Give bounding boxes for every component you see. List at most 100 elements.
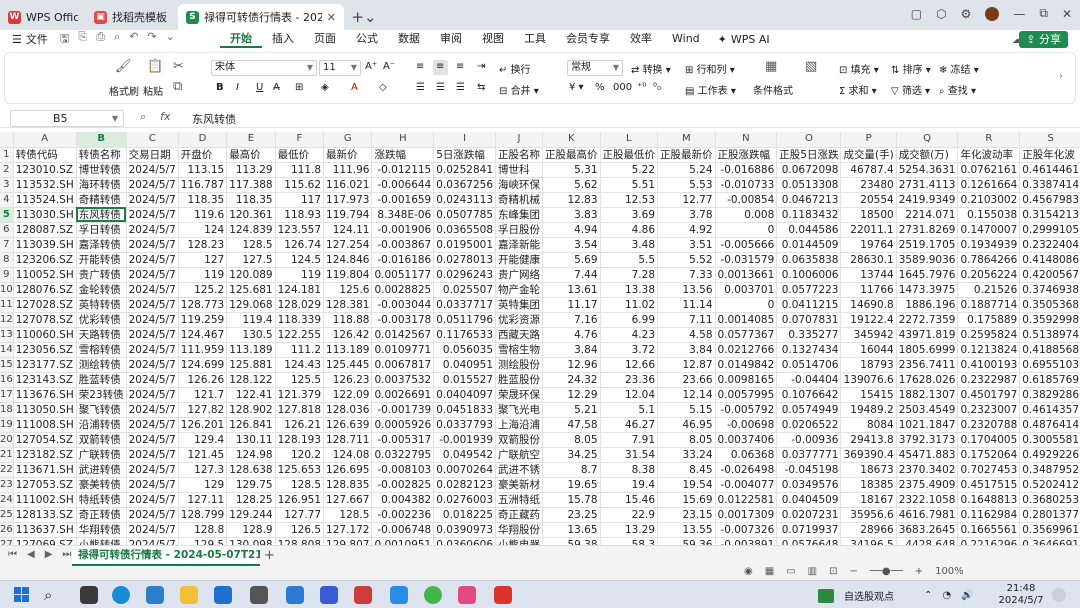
- cell[interactable]: 129.068: [226, 297, 276, 313]
- spreadsheet-grid[interactable]: ABCDEFGHIJKLMNOPQRSTU1转债代码转债名称交易日期开盘价最高价…: [0, 132, 1080, 545]
- percent-icon[interactable]: %: [595, 82, 605, 93]
- cell[interactable]: 0.0195001: [433, 237, 497, 253]
- cell[interactable]: 0.1176533: [433, 327, 497, 343]
- cell[interactable]: 奇正藏药: [495, 507, 544, 523]
- cell[interactable]: -0.001906: [371, 222, 435, 238]
- cell[interactable]: 2731.8269: [896, 222, 959, 238]
- currency-icon[interactable]: ¥ ▾: [569, 82, 584, 93]
- align-bottom-icon[interactable]: ≡: [456, 61, 464, 72]
- merge-button[interactable]: ⊟ 合并 ▾: [499, 82, 539, 97]
- cell[interactable]: 34196.5: [840, 537, 897, 545]
- cell[interactable]: 0.0026691: [371, 387, 435, 403]
- column-header[interactable]: B: [76, 132, 127, 148]
- cell[interactable]: -0.00936: [776, 432, 842, 448]
- cell[interactable]: 128.23: [178, 237, 228, 253]
- row-header[interactable]: 5: [0, 207, 14, 223]
- cell[interactable]: 130.11: [226, 432, 276, 448]
- cell[interactable]: 0.4100193: [957, 357, 1021, 373]
- cell[interactable]: 0.1704005: [957, 432, 1021, 448]
- cell[interactable]: 0.0577367: [715, 327, 778, 343]
- cell[interactable]: 正股5日涨跌: [776, 147, 842, 163]
- menu-efficiency[interactable]: 效率: [620, 30, 662, 48]
- paste-button[interactable]: 粘贴: [143, 83, 163, 98]
- cell[interactable]: 16044: [840, 342, 897, 358]
- cell[interactable]: 126.5: [275, 522, 325, 538]
- cell[interactable]: 0.049542: [433, 447, 497, 463]
- cell[interactable]: 0.3569961: [1019, 522, 1080, 538]
- menu-insert[interactable]: 插入: [262, 30, 304, 48]
- cell[interactable]: 113676.SH: [13, 387, 77, 403]
- convert-button[interactable]: ⇄ 转换 ▾: [631, 61, 671, 76]
- cell[interactable]: 130.098: [226, 537, 276, 545]
- cell[interactable]: 47.58: [542, 417, 601, 433]
- cell[interactable]: 126.695: [323, 462, 373, 478]
- cell[interactable]: 0.2103002: [957, 192, 1021, 208]
- cell[interactable]: 11.02: [600, 297, 659, 313]
- worksheet-button[interactable]: ▤ 工作表 ▾: [685, 82, 736, 97]
- cell[interactable]: 2024/5/7: [126, 507, 179, 523]
- first-sheet-icon[interactable]: ⏮: [8, 549, 17, 560]
- cell[interactable]: 胜蓝股份: [495, 372, 544, 388]
- cell[interactable]: 0.0014085: [715, 312, 778, 328]
- cell[interactable]: 2024/5/7: [126, 312, 179, 328]
- cell[interactable]: 0.0411215: [776, 297, 842, 313]
- cell[interactable]: 0.0278013: [433, 252, 497, 268]
- cell[interactable]: 19764: [840, 237, 897, 253]
- cell[interactable]: 2024/5/7: [126, 342, 179, 358]
- cell[interactable]: 0.0322795: [371, 447, 435, 463]
- italic-button[interactable]: I: [236, 82, 239, 93]
- cell[interactable]: 119.4: [226, 312, 276, 328]
- cell[interactable]: 东峰集团: [495, 207, 544, 223]
- tab-wps-office[interactable]: W WPS Office: [0, 4, 86, 30]
- cell[interactable]: 博世科: [495, 162, 544, 178]
- row-header[interactable]: 7: [0, 237, 14, 253]
- cell[interactable]: 127.3: [178, 462, 228, 478]
- column-header[interactable]: M: [657, 132, 716, 148]
- format-painter-icon[interactable]: 🖌: [115, 59, 132, 74]
- zoom-formula-icon[interactable]: ⌕: [140, 110, 146, 124]
- row-header[interactable]: 14: [0, 342, 14, 358]
- decrease-decimal-icon[interactable]: ⁰₀: [653, 82, 661, 93]
- cell[interactable]: 113.29: [226, 162, 276, 178]
- cell[interactable]: 12.66: [600, 357, 659, 373]
- menu-tools[interactable]: 工具: [514, 30, 556, 48]
- clock[interactable]: 21:48 2024/5/7: [996, 583, 1046, 607]
- select-all-corner[interactable]: [0, 132, 14, 148]
- share-button[interactable]: ⇪ 分享: [1019, 31, 1068, 48]
- align-center-icon[interactable]: ☰: [436, 82, 445, 93]
- cell[interactable]: -0.001739: [371, 402, 435, 418]
- cell[interactable]: 12.04: [600, 387, 659, 403]
- cell[interactable]: -0.003891: [715, 537, 778, 545]
- cell[interactable]: 125.6: [323, 282, 373, 298]
- cell[interactable]: 7.33: [657, 267, 716, 283]
- cell[interactable]: 0: [715, 297, 778, 313]
- cell[interactable]: 3.48: [600, 237, 659, 253]
- cell[interactable]: 成交量(手): [840, 147, 897, 163]
- cell[interactable]: 0.2595824: [957, 327, 1021, 343]
- distribute-icon[interactable]: ⇆: [477, 82, 485, 93]
- cell[interactable]: 15415: [840, 387, 897, 403]
- font-color-button[interactable]: A: [351, 82, 358, 93]
- normal-view-icon[interactable]: ▦: [765, 566, 774, 577]
- cell[interactable]: 345942: [840, 327, 897, 343]
- cell[interactable]: 3.83: [542, 207, 601, 223]
- cell[interactable]: 东风转债: [76, 207, 127, 223]
- m-app-icon[interactable]: [320, 586, 338, 604]
- cell[interactable]: 3.84: [657, 342, 716, 358]
- media-app-icon[interactable]: [458, 586, 476, 604]
- cell[interactable]: 128.029: [275, 297, 325, 313]
- cell[interactable]: 123010.SZ: [13, 162, 77, 178]
- cell[interactable]: 英特转债: [76, 297, 127, 313]
- row-header[interactable]: 8: [0, 252, 14, 268]
- cell[interactable]: 12.77: [657, 192, 716, 208]
- cell[interactable]: 2024/5/7: [126, 267, 179, 283]
- row-header[interactable]: 17: [0, 387, 14, 403]
- ribbon-scroll-icon[interactable]: ›: [1059, 71, 1063, 82]
- row-header[interactable]: 13: [0, 327, 14, 343]
- cell[interactable]: 128.711: [323, 432, 373, 448]
- cell[interactable]: 雪榕生物: [495, 342, 544, 358]
- cell[interactable]: 113039.SH: [13, 237, 77, 253]
- cell[interactable]: 2024/5/7: [126, 522, 179, 538]
- more-icon[interactable]: ⌄: [166, 30, 175, 49]
- settings-app-icon[interactable]: [250, 586, 268, 604]
